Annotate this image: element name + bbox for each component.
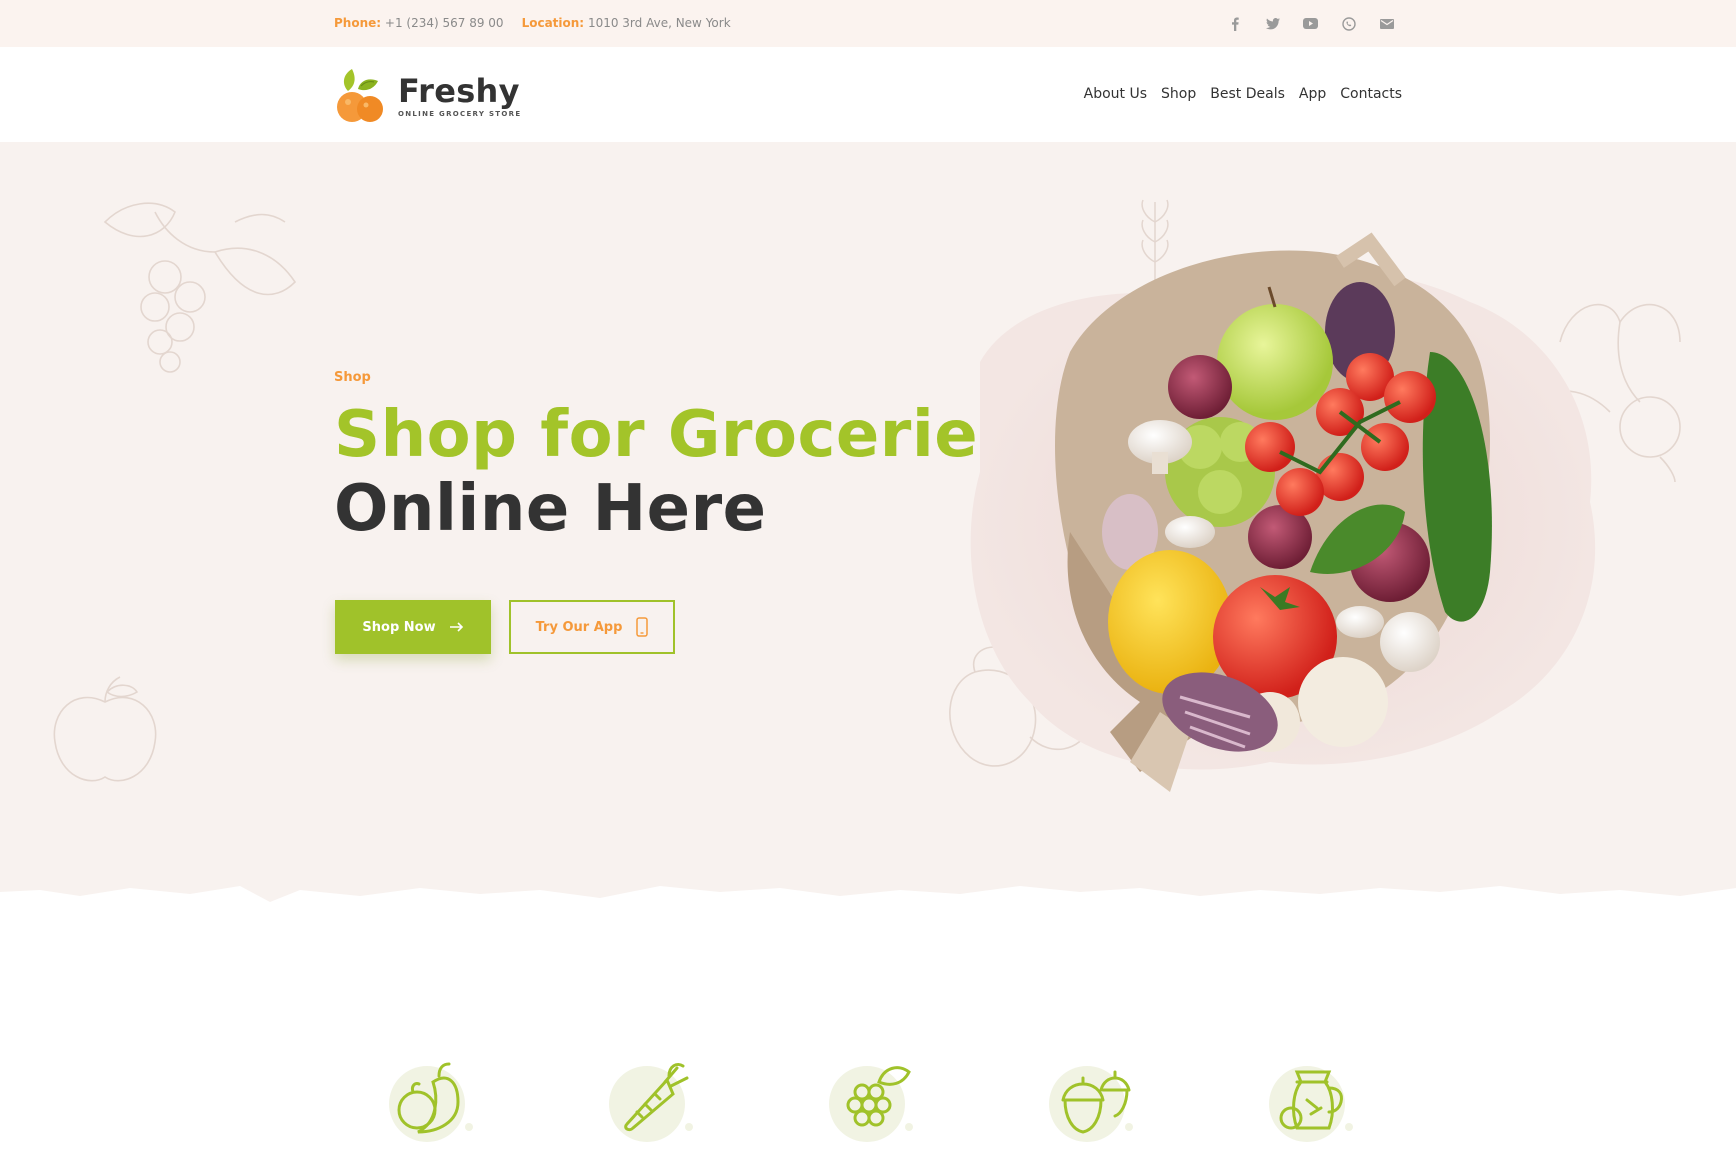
shop-now-button[interactable]: Shop Now: [335, 600, 491, 654]
try-our-app-label: Try Our App: [535, 619, 623, 635]
mail-icon[interactable]: [1377, 14, 1396, 33]
location-info: Location: 1010 3rd Ave, New York: [522, 16, 731, 30]
category-icons: [0, 1020, 1736, 1160]
site-header: Freshy ONLINE GROCERY STORE About Us Sho…: [0, 47, 1736, 142]
torn-edge-divider: [0, 886, 1736, 922]
smartphone-icon: [636, 617, 649, 637]
youtube-icon[interactable]: [1301, 14, 1320, 33]
social-links: [1225, 14, 1396, 33]
hero-eyebrow[interactable]: Shop: [334, 370, 371, 385]
nav-about-us[interactable]: About Us: [1084, 86, 1147, 102]
nuts-icon[interactable]: [1037, 1042, 1147, 1152]
juice-jug-icon[interactable]: [1257, 1042, 1367, 1152]
try-our-app-button[interactable]: Try Our App: [509, 600, 675, 654]
nav-shop[interactable]: Shop: [1161, 86, 1196, 102]
grocery-bag-image: [970, 232, 1596, 792]
contact-info: Phone: +1 (234) 567 89 00 Location: 1010…: [334, 16, 731, 30]
hero-title-line2: Online Here: [334, 472, 767, 546]
phone-value[interactable]: +1 (234) 567 89 00: [385, 16, 504, 30]
apple-sketch-icon: [53, 676, 157, 782]
phone-info: Phone: +1 (234) 567 89 00: [334, 16, 504, 30]
grapes-sketch-icon: [103, 202, 297, 373]
brand-name: Freshy: [398, 72, 520, 110]
grapes-icon[interactable]: [817, 1042, 927, 1152]
logo-fruit-icon: [337, 69, 383, 122]
shop-now-label: Shop Now: [362, 619, 436, 635]
brand-tagline: ONLINE GROCERY STORE: [398, 110, 522, 118]
whatsapp-icon[interactable]: [1339, 14, 1358, 33]
vegetables-icon[interactable]: [377, 1042, 487, 1152]
nav-best-deals[interactable]: Best Deals: [1210, 86, 1285, 102]
twitter-icon[interactable]: [1263, 14, 1282, 33]
main-nav: About Us Shop Best Deals App Contacts: [1084, 86, 1402, 102]
hero-title-line1: Shop for Groceries: [334, 398, 1017, 472]
nav-app[interactable]: App: [1299, 86, 1326, 102]
location-label: Location:: [521, 16, 585, 30]
facebook-icon[interactable]: [1225, 14, 1244, 33]
nav-contacts[interactable]: Contacts: [1340, 86, 1402, 102]
phone-label: Phone:: [334, 16, 382, 30]
logo[interactable]: Freshy ONLINE GROCERY STORE: [334, 65, 521, 127]
hero-section: Shop Shop for Groceries Online Here Shop…: [0, 142, 1736, 922]
location-value: 1010 3rd Ave, New York: [587, 16, 731, 30]
carrot-icon[interactable]: [597, 1042, 707, 1152]
arrow-right-icon: [449, 622, 463, 632]
top-bar: Phone: +1 (234) 567 89 00 Location: 1010…: [0, 0, 1736, 47]
